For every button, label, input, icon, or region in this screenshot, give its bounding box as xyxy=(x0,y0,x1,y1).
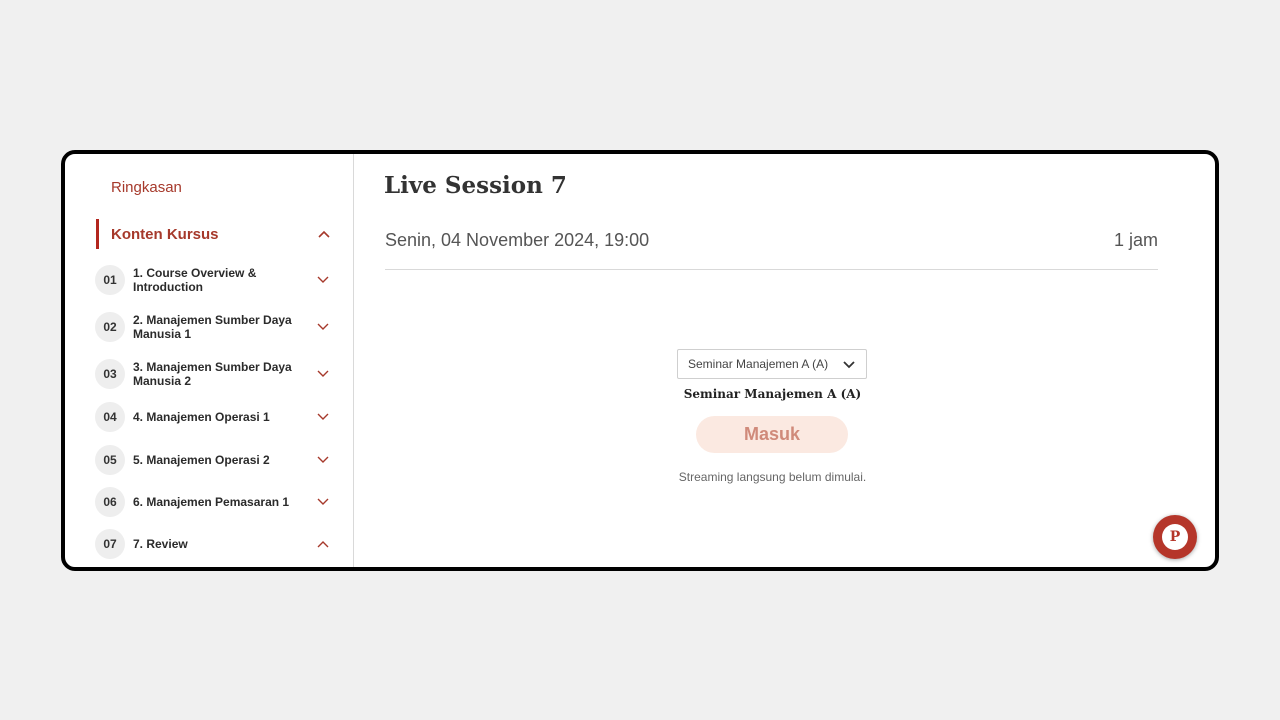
module-number: 02 xyxy=(95,312,125,342)
module-item-02[interactable]: 02 2. Manajemen Sumber Daya Manusia 1 xyxy=(95,310,331,344)
chevron-up-icon xyxy=(318,230,330,238)
stream-status-text: Streaming langsung belum dimulai. xyxy=(678,470,867,484)
join-button[interactable]: Masuk xyxy=(696,416,848,453)
session-select-value: Seminar Manajemen A (A) xyxy=(688,357,829,371)
seminar-name: Seminar Manajemen A (A) xyxy=(683,387,862,401)
chevron-down-icon xyxy=(317,370,329,378)
chevron-down-icon xyxy=(843,361,855,369)
module-item-05[interactable]: 05 5. Manajemen Operasi 2 xyxy=(95,443,331,477)
module-title: 2. Manajemen Sumber Daya Manusia 1 xyxy=(133,313,292,341)
module-item-01[interactable]: 01 1. Course Overview & Introduction xyxy=(95,263,331,297)
chevron-down-icon xyxy=(317,498,329,506)
course-sidebar: Ringkasan Konten Kursus 01 1. Course Ove… xyxy=(65,154,354,567)
module-title: 1. Course Overview & Introduction xyxy=(133,266,257,294)
module-title: 5. Manajemen Operasi 2 xyxy=(133,453,270,467)
module-number: 06 xyxy=(95,487,125,517)
chevron-up-icon xyxy=(317,540,329,548)
module-number: 04 xyxy=(95,402,125,432)
summary-link[interactable]: Ringkasan xyxy=(111,179,182,196)
module-item-04[interactable]: 04 4. Manajemen Operasi 1 xyxy=(95,400,331,434)
module-title: 6. Manajemen Pemasaran 1 xyxy=(133,495,290,509)
session-select[interactable]: Seminar Manajemen A (A) xyxy=(677,349,867,379)
module-title: 3. Manajemen Sumber Daya Manusia 2 xyxy=(133,360,292,388)
chevron-down-icon xyxy=(317,413,329,421)
section-title: Konten Kursus xyxy=(111,226,219,243)
module-item-06[interactable]: 06 6. Manajemen Pemasaran 1 xyxy=(95,485,331,519)
chevron-down-icon xyxy=(317,456,329,464)
divider xyxy=(385,269,1158,270)
course-content-section-header[interactable]: Konten Kursus xyxy=(96,219,332,249)
module-number: 05 xyxy=(95,445,125,475)
session-date: Senin, 04 November 2024, 19:00 xyxy=(385,230,650,250)
module-item-03[interactable]: 03 3. Manajemen Sumber Daya Manusia 2 xyxy=(95,357,331,391)
app-frame: Ringkasan Konten Kursus 01 1. Course Ove… xyxy=(61,150,1219,571)
module-number: 01 xyxy=(95,265,125,295)
chevron-down-icon xyxy=(317,323,329,331)
chat-support-icon: P xyxy=(1162,524,1188,550)
module-title: 4. Manajemen Operasi 1 xyxy=(133,410,270,424)
session-duration: 1 jam xyxy=(1113,230,1158,250)
module-number: 07 xyxy=(95,529,125,559)
module-title: 7. Review xyxy=(133,537,188,551)
module-item-07[interactable]: 07 7. Review xyxy=(95,527,331,561)
chat-support-button[interactable]: P xyxy=(1153,515,1197,559)
module-number: 03 xyxy=(95,359,125,389)
session-panel: Live Session 7 Senin, 04 November 2024, … xyxy=(355,154,1215,567)
page-title: Live Session 7 xyxy=(384,172,567,199)
chevron-down-icon xyxy=(317,276,329,284)
